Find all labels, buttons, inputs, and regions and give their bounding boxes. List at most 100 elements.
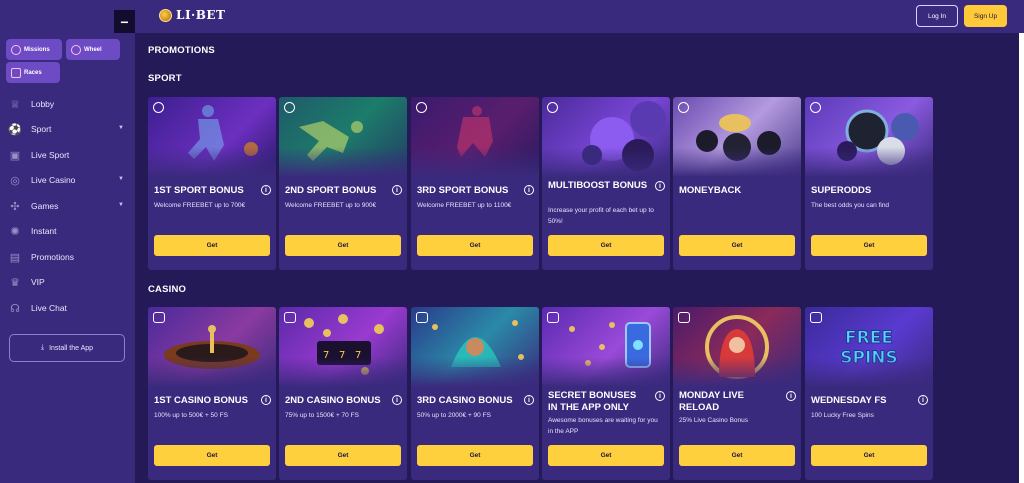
section-title-casino: CASINO	[148, 284, 187, 295]
info-icon[interactable]: i	[655, 391, 665, 401]
instant-icon: ✺	[10, 225, 20, 238]
promo-title: 2ND SPORT BONUS	[285, 185, 377, 196]
casino-cherries-icon	[810, 312, 822, 323]
promo-card-secret-bonuses[interactable]: SECRET BONUSES IN THE APP ONLY i Awesome…	[542, 307, 670, 480]
sidebar-item-live-sport[interactable]: ▣ Live Sport	[8, 146, 128, 164]
info-icon[interactable]: i	[524, 395, 534, 405]
promo-description: Awesome bonuses are waiting for you in t…	[548, 417, 658, 435]
get-button[interactable]: Get	[285, 235, 401, 256]
get-button[interactable]: Get	[154, 235, 270, 256]
top-bar: LI·BET Log In Sign Up	[0, 0, 1024, 33]
promo-card-2nd-casino-bonus[interactable]: 777 2ND CASINO BONUS i 75% up to 1500€ +…	[279, 307, 407, 480]
trophy-icon: ♕	[10, 98, 20, 111]
login-button[interactable]: Log In	[916, 5, 958, 27]
get-button[interactable]: Get	[679, 235, 795, 256]
info-icon[interactable]: i	[261, 185, 271, 195]
sidebar-item-live-casino[interactable]: ◎ Live Casino ▼	[8, 171, 128, 189]
sidebar-item-sport[interactable]: ⚽ Sport ▼	[8, 120, 128, 138]
info-icon[interactable]: i	[786, 391, 796, 401]
chevron-down-icon[interactable]: ▼	[118, 176, 124, 182]
promo-card-superodds[interactable]: SUPERODDS The best odds you can find Get	[805, 97, 933, 270]
races-icon	[11, 67, 21, 78]
get-button[interactable]: Get	[679, 445, 795, 466]
chip-label: Wheel	[84, 46, 102, 53]
signup-button[interactable]: Sign Up	[964, 5, 1007, 27]
wheel-icon	[71, 44, 81, 55]
get-button[interactable]: Get	[548, 445, 664, 466]
get-button[interactable]: Get	[285, 445, 401, 466]
minus-icon: −	[120, 13, 129, 30]
promo-title: WEDNESDAY FS	[811, 395, 887, 406]
promo-banner-image	[411, 97, 539, 177]
gift-icon: ▤	[9, 251, 21, 264]
info-icon[interactable]: i	[261, 395, 271, 405]
promo-title: 3RD CASINO BONUS	[417, 395, 513, 406]
promo-card-1st-casino-bonus[interactable]: 1ST CASINO BONUS i 100% up to 500€ + 50 …	[148, 307, 276, 480]
promo-banner-image	[148, 97, 276, 177]
promo-description: Welcome FREEBET up to 700€	[154, 202, 246, 209]
sidebar-item-promotions[interactable]: ▤ Promotions	[8, 248, 128, 266]
promo-card-wednesday-fs[interactable]: FREE SPINS WEDNESDAY FS i 100 Lucky Free…	[805, 307, 933, 480]
info-icon[interactable]: i	[392, 395, 402, 405]
promo-banner-image	[542, 97, 670, 177]
chevron-down-icon[interactable]: ▼	[118, 125, 124, 131]
soccer-ball-icon	[678, 102, 689, 113]
info-icon[interactable]: i	[524, 185, 534, 195]
info-icon[interactable]: i	[392, 185, 402, 195]
promo-card-2nd-sport-bonus[interactable]: 2ND SPORT BONUS i Welcome FREEBET up to …	[279, 97, 407, 270]
info-icon[interactable]: i	[655, 181, 665, 191]
get-button[interactable]: Get	[154, 445, 270, 466]
promo-card-3rd-casino-bonus[interactable]: 3RD CASINO BONUS i 50% up to 2000€ + 90 …	[411, 307, 539, 480]
soccer-ball-icon	[416, 102, 427, 113]
promo-banner-image	[673, 307, 801, 387]
promo-title: 2ND CASINO BONUS	[285, 395, 381, 406]
chip-missions[interactable]: Missions	[6, 39, 62, 60]
sidebar-item-label: Lobby	[31, 99, 55, 109]
sidebar-item-lobby[interactable]: ♕ Lobby	[8, 95, 128, 113]
soccer-ball-icon	[547, 102, 558, 113]
promo-card-1st-sport-bonus[interactable]: 1ST SPORT BONUS i Welcome FREEBET up to …	[148, 97, 276, 270]
svg-text:7: 7	[323, 350, 329, 361]
promo-banner-image	[279, 97, 407, 177]
promo-title: SECRET BONUSES IN THE APP ONLY	[548, 390, 637, 413]
headset-icon: ☊	[10, 302, 20, 315]
promo-card-multiboost-bonus[interactable]: MULTIBOOST BONUS i Increase your profit …	[542, 97, 670, 270]
get-button[interactable]: Get	[417, 445, 533, 466]
get-button[interactable]: Get	[548, 235, 664, 256]
info-icon[interactable]: i	[918, 395, 928, 405]
promo-description: Welcome FREEBET up to 1100€	[417, 202, 512, 209]
chevron-down-icon[interactable]: ▼	[118, 202, 124, 208]
page-title: PROMOTIONS	[148, 45, 215, 56]
sidebar-item-instant[interactable]: ✺ Instant	[8, 222, 128, 240]
casino-cherries-icon	[547, 312, 559, 323]
chip-wheel[interactable]: Wheel	[66, 39, 120, 60]
promo-card-monday-live-reload[interactable]: MONDAY LIVE RELOAD i 25% Live Casino Bon…	[673, 307, 801, 480]
sidebar-item-label: Instant	[31, 226, 57, 236]
get-button[interactable]: Get	[811, 445, 927, 466]
promo-card-moneyback[interactable]: MONEYBACK Get	[673, 97, 801, 270]
sidebar-item-games[interactable]: ✣ Games ▼	[8, 197, 128, 215]
promo-description: Increase your profit of each bet up to 5…	[548, 207, 654, 225]
sidebar-item-live-chat[interactable]: ☊ Live Chat	[8, 299, 128, 317]
sidebar-item-label: Promotions	[31, 252, 74, 262]
promo-title: MULTIBOOST BONUS	[548, 180, 648, 191]
promo-card-3rd-sport-bonus[interactable]: 3RD SPORT BONUS i Welcome FREEBET up to …	[411, 97, 539, 270]
logo[interactable]: LI·BET	[159, 8, 225, 22]
promo-description: 50% up to 2000€ + 90 FS	[417, 412, 491, 419]
get-button[interactable]: Get	[811, 235, 927, 256]
soccer-ball-icon	[810, 102, 821, 113]
casino-cherries-icon	[416, 312, 428, 323]
promo-description: The best odds you can find	[811, 202, 890, 209]
promo-banner-image: FREE SPINS	[805, 307, 933, 387]
scrollbar[interactable]	[1019, 33, 1024, 483]
sidebar-collapse-button[interactable]: −	[114, 10, 135, 33]
chip-races[interactable]: Races	[6, 62, 60, 83]
svg-text:7: 7	[355, 350, 361, 361]
casino-cherries-icon	[153, 312, 165, 323]
free-spins-banner-text-line2: SPINS	[840, 348, 898, 368]
soccer-ball-icon	[153, 102, 164, 113]
install-app-button[interactable]: ⤓ Install the App	[9, 334, 125, 362]
sidebar-item-vip[interactable]: ♛ VIP	[8, 273, 128, 291]
get-button[interactable]: Get	[417, 235, 533, 256]
promo-title: 3RD SPORT BONUS	[417, 185, 509, 196]
